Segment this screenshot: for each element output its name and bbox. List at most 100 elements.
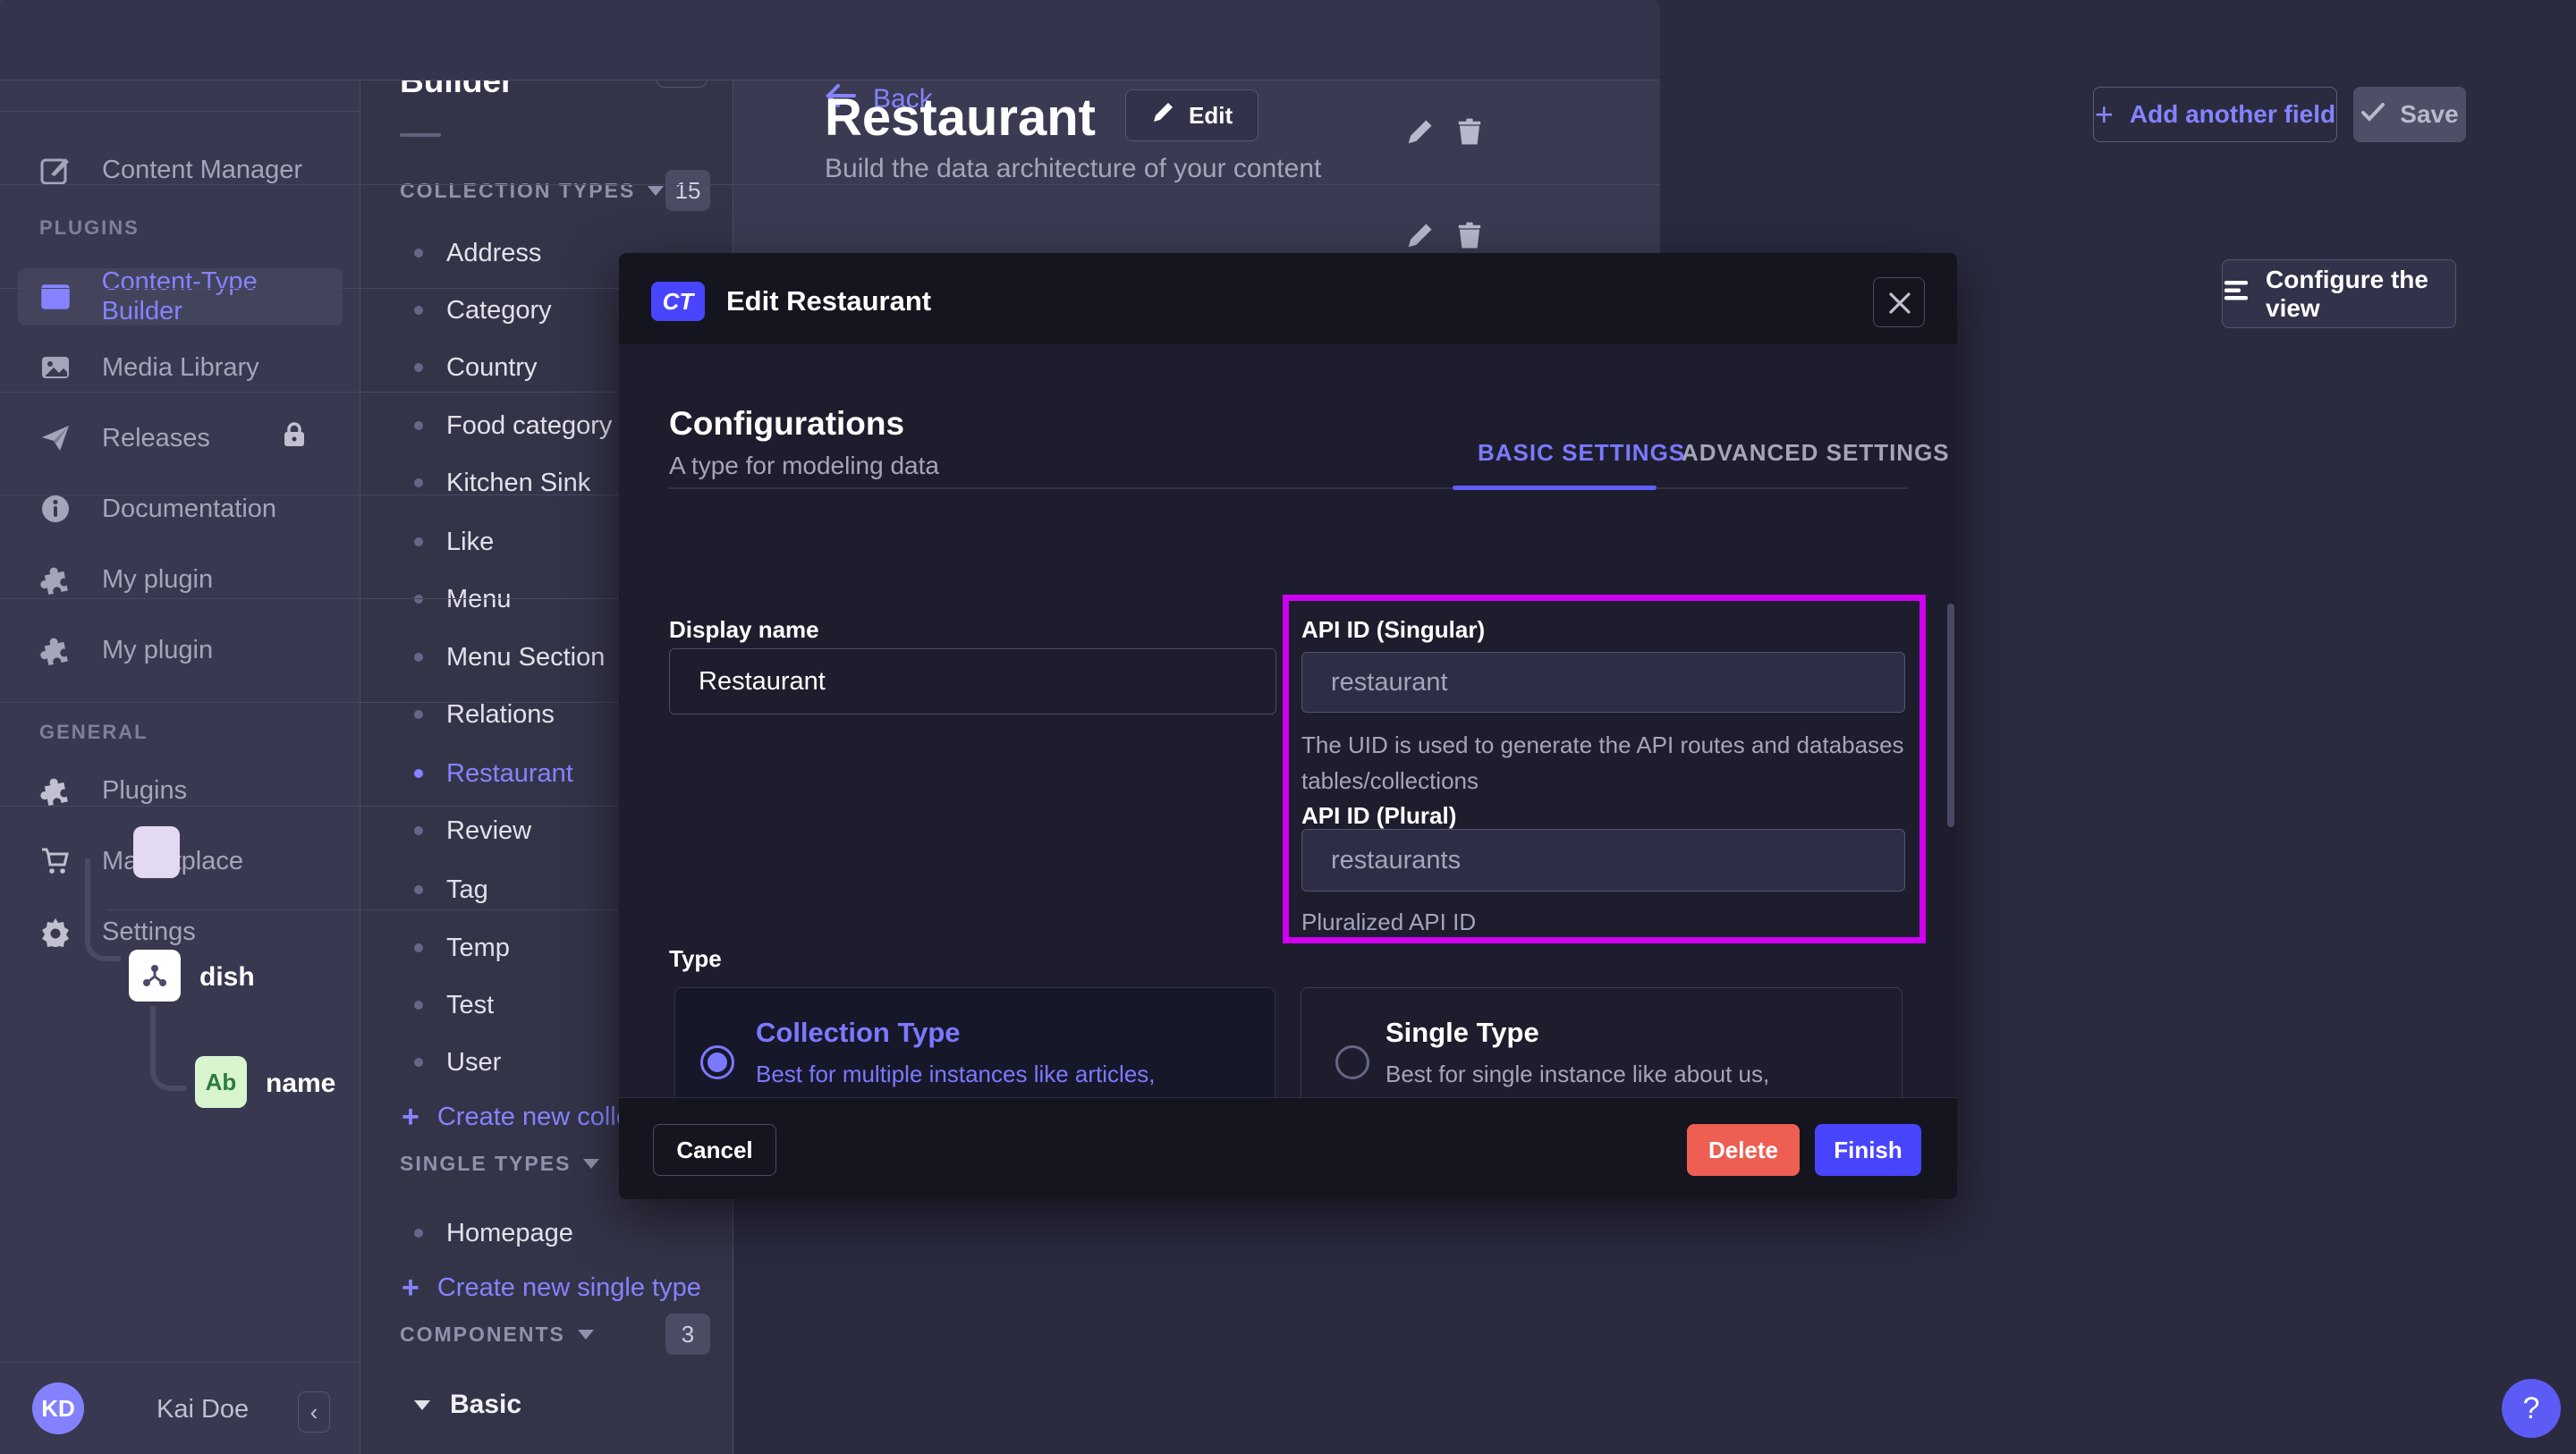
pen-square-icon — [39, 155, 72, 185]
sidebar-item-label: Media Library — [102, 353, 259, 383]
bullet-icon — [414, 1058, 423, 1067]
radio-collection-type[interactable] — [700, 1045, 734, 1079]
api-id-singular-hint: The UID is used to generate the API rout… — [1301, 727, 1910, 799]
delete-field-button[interactable] — [1454, 221, 1485, 251]
configure-the-view-button[interactable]: Configure the view — [2222, 259, 2456, 328]
configurations-subtitle: A type for modeling data — [669, 452, 939, 480]
field-name: dish — [199, 962, 255, 993]
plus-icon: + — [402, 1100, 419, 1135]
collection-type-title: Collection Type — [756, 1017, 961, 1049]
sidebar-item-label: My plugin — [102, 636, 213, 665]
display-name-input[interactable] — [669, 648, 1276, 714]
pencil-icon — [1151, 101, 1174, 131]
bullet-icon — [414, 421, 423, 430]
puzzle-icon — [39, 635, 72, 665]
sidebar-item-settings[interactable]: Settings — [18, 903, 343, 960]
sidebar-item-media-library[interactable]: Media Library — [18, 339, 343, 396]
bullet-icon — [414, 885, 423, 894]
single-type-title: Single Type — [1385, 1017, 1539, 1049]
delete-button[interactable]: Delete — [1687, 1124, 1800, 1176]
save-button[interactable]: Save — [2353, 87, 2466, 142]
sidebar-item-label: My plugin — [102, 565, 213, 595]
active-tab-underline — [1453, 486, 1657, 490]
plus-icon: + — [402, 1271, 419, 1306]
bullet-icon — [414, 363, 423, 372]
gear-icon — [39, 917, 72, 947]
bullet-icon — [414, 478, 423, 487]
app-sidebar: Strapi Dashboard Workplace Content Manag… — [0, 0, 360, 1454]
divider — [0, 111, 360, 112]
sidebar-item-label: Content-Type Builder — [102, 267, 343, 326]
single-item-homepage[interactable]: Homepage — [414, 1213, 718, 1253]
bullet-icon — [414, 1001, 423, 1010]
tab-advanced-settings[interactable]: ADVANCED SETTINGS — [1682, 439, 1950, 467]
bullet-icon — [414, 826, 423, 835]
cart-icon — [39, 846, 72, 876]
chevron-down-icon — [414, 1400, 430, 1410]
tab-basic-settings[interactable]: BASIC SETTINGS — [1478, 439, 1685, 467]
type-label: Type — [669, 945, 722, 973]
collection-types-header[interactable]: COLLECTION TYPES — [400, 179, 664, 203]
group-label: COMPONENTS — [400, 1323, 565, 1347]
api-id-singular-label: API ID (Singular) — [1301, 616, 1485, 644]
radio-single-type[interactable] — [1335, 1045, 1369, 1079]
hidden-row-field-icon — [133, 826, 180, 878]
edit-field-button[interactable] — [1404, 221, 1435, 251]
page-subtitle: Build the data architecture of your cont… — [825, 154, 1321, 184]
sidebar-item-content-manager[interactable]: Content Manager — [18, 141, 343, 199]
page-title: Restaurant — [825, 88, 1096, 148]
close-modal-button[interactable] — [1873, 277, 1925, 327]
puzzle-icon — [39, 775, 72, 806]
bullet-icon — [414, 653, 423, 662]
text-field-icon: Ab — [195, 1056, 247, 1108]
plus-icon: + — [2095, 96, 2114, 133]
modal-scrollbar[interactable] — [1947, 604, 1954, 827]
edit-button[interactable]: Edit — [1125, 89, 1258, 141]
bullet-icon — [414, 943, 423, 952]
delete-field-button[interactable] — [1454, 117, 1485, 148]
sidebar-item-my-plugin-2[interactable]: My plugin — [18, 621, 343, 679]
chevron-down-icon — [648, 186, 664, 196]
sidebar-item-my-plugin-1[interactable]: My plugin — [18, 551, 343, 608]
lock-icon — [282, 421, 307, 455]
row-actions — [1404, 221, 1485, 251]
api-id-plural-input[interactable] — [1301, 829, 1905, 892]
help-button[interactable]: ? — [2502, 1379, 2561, 1438]
bullet-icon — [414, 306, 423, 315]
create-single-type-link[interactable]: + Create new single type — [402, 1268, 724, 1307]
sidebar-item-documentation[interactable]: Documentation — [18, 480, 343, 537]
edit-field-button[interactable] — [1404, 117, 1435, 148]
components-header[interactable]: COMPONENTS — [400, 1323, 594, 1347]
info-icon — [39, 494, 72, 524]
sidebar-item-content-type-builder[interactable]: Content-Type Builder — [18, 268, 343, 325]
api-id-plural-label: API ID (Plural) — [1301, 802, 1456, 830]
collapse-sidebar-button[interactable]: ‹ — [298, 1391, 330, 1433]
bullet-icon — [414, 595, 423, 604]
check-icon — [2360, 100, 2385, 129]
modal-body: Configurations A type for modeling data … — [619, 344, 1957, 1097]
api-id-plural-hint: Pluralized API ID — [1301, 904, 1476, 940]
divider — [0, 1362, 360, 1363]
user-name: Kai Doe — [157, 1395, 249, 1424]
component-group-basic[interactable]: Basic — [414, 1385, 682, 1424]
add-another-field-button[interactable]: + Add another field — [2093, 87, 2337, 142]
puzzle-icon — [39, 564, 72, 595]
modal-title: Edit Restaurant — [726, 285, 931, 317]
sidebar-item-releases[interactable]: Releases — [18, 410, 343, 467]
cancel-button[interactable]: Cancel — [653, 1124, 776, 1176]
sidebar-item-label: Plugins — [102, 776, 187, 806]
app-root: Strapi Dashboard Workplace Content Manag… — [0, 0, 2576, 1454]
api-id-singular-input[interactable] — [1301, 652, 1905, 713]
close-icon — [1886, 290, 1913, 317]
component-field-icon — [129, 950, 181, 1002]
single-types-header[interactable]: SINGLE TYPES — [400, 1152, 599, 1176]
image-icon — [39, 352, 72, 383]
sidebar-item-marketplace[interactable]: Marketplace — [18, 833, 343, 890]
layout-icon — [39, 282, 72, 312]
sidebar-item-plugins[interactable]: Plugins — [18, 762, 343, 819]
modal-footer: Cancel Delete Finish — [619, 1097, 1957, 1199]
finish-button[interactable]: Finish — [1815, 1124, 1921, 1176]
avatar[interactable]: KD — [32, 1382, 84, 1434]
bullet-icon — [414, 537, 423, 546]
field-name: name — [266, 1069, 335, 1099]
